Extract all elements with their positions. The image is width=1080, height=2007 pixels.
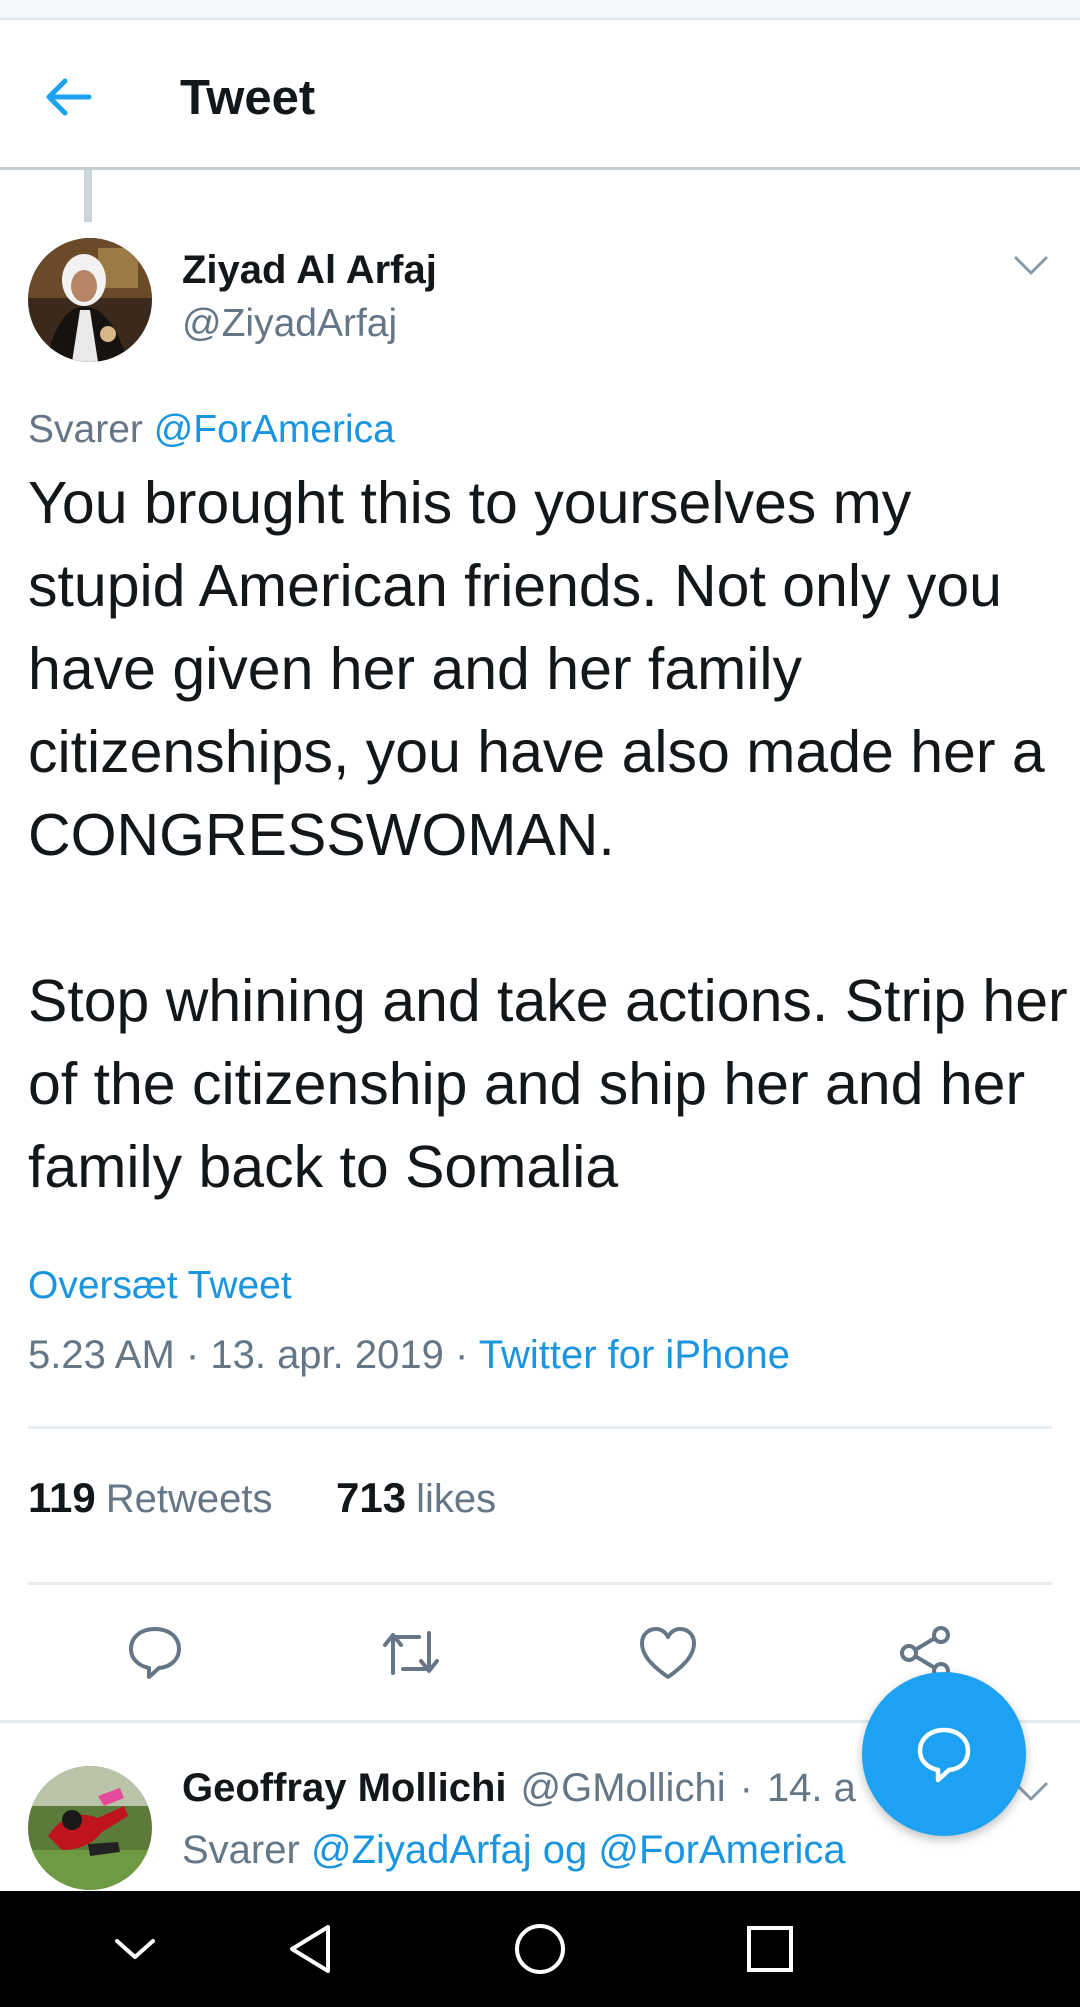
replying-prefix: Svarer xyxy=(28,408,143,451)
reply-replying-prefix: Svarer xyxy=(182,1828,300,1872)
retweets-stat[interactable]: 119 Retweets xyxy=(28,1474,273,1522)
reply-author-handle[interactable]: @GMollichi xyxy=(521,1766,726,1810)
author-handle[interactable]: @ZiyadArfaj xyxy=(182,302,397,346)
replying-to-link[interactable]: @ForAmerica xyxy=(154,408,395,451)
reply-icon xyxy=(129,1627,181,1679)
back-button[interactable] xyxy=(28,62,108,132)
retweet-icon xyxy=(383,1631,439,1675)
retweets-label: Retweets xyxy=(105,1477,273,1521)
system-nav-bar xyxy=(0,1891,1080,2007)
replying-to: Svarer @ForAmerica xyxy=(28,408,395,452)
tweet-menu-button[interactable] xyxy=(1006,246,1056,286)
reply-replying-link-2[interactable]: @ForAmerica xyxy=(598,1828,845,1872)
header: Tweet xyxy=(0,22,1080,170)
nav-collapse-button[interactable] xyxy=(95,1909,175,1989)
tweet-date: 13. apr. 2019 xyxy=(210,1333,444,1377)
like-icon xyxy=(640,1627,696,1679)
tweet-meta: 5.23 AM · 13. apr. 2019 · Twitter for iP… xyxy=(28,1333,790,1378)
likes-count: 713 xyxy=(336,1474,407,1521)
thread-line xyxy=(84,170,92,222)
compose-reply-button[interactable] xyxy=(862,1672,1026,1836)
back-triangle-icon xyxy=(290,1925,330,1973)
tweet-text: You brought this to yourselves my stupid… xyxy=(28,470,1068,1200)
author-name[interactable]: Ziyad Al Arfaj xyxy=(182,248,437,293)
retweets-count: 119 xyxy=(28,1474,96,1521)
retweet-button[interactable] xyxy=(376,1618,446,1688)
compose-reply-icon xyxy=(917,1727,971,1783)
tweet-source-link[interactable]: Twitter for iPhone xyxy=(479,1333,790,1377)
chevron-down-icon xyxy=(115,1939,155,1959)
likes-label: likes xyxy=(416,1477,497,1521)
home-circle-icon xyxy=(515,1924,565,1974)
arrow-left-icon xyxy=(46,78,92,116)
divider xyxy=(28,1582,1052,1585)
nav-recents-button[interactable] xyxy=(730,1909,810,1989)
divider xyxy=(28,1426,1052,1429)
reply-replying-to: Svarer @ZiyadArfaj og @ForAmerica xyxy=(182,1828,846,1873)
recents-square-icon xyxy=(747,1926,793,1972)
author-avatar[interactable] xyxy=(28,238,152,362)
tweet-time: 5.23 AM xyxy=(28,1333,175,1377)
translate-tweet-link[interactable]: Oversæt Tweet xyxy=(28,1264,292,1308)
meta-separator: · xyxy=(455,1333,469,1377)
nav-home-button[interactable] xyxy=(500,1909,580,1989)
meta-separator: · xyxy=(185,1333,200,1377)
page-title: Tweet xyxy=(180,71,316,125)
reply-author-name[interactable]: Geoffray Mollichi xyxy=(182,1766,507,1810)
reply-replying-joiner: og xyxy=(542,1828,588,1872)
reply-replying-link-1[interactable]: @ZiyadArfaj xyxy=(311,1828,532,1872)
reply-date: 14. a xyxy=(766,1766,856,1810)
status-strip xyxy=(0,0,1080,20)
chevron-down-icon xyxy=(1014,256,1048,275)
reply-button[interactable] xyxy=(120,1618,190,1688)
nav-back-button[interactable] xyxy=(270,1909,350,1989)
reply-separator: · xyxy=(739,1766,753,1810)
like-button[interactable] xyxy=(633,1618,703,1688)
likes-stat[interactable]: 713 likes xyxy=(336,1474,496,1522)
reply-author-avatar[interactable] xyxy=(28,1766,152,1890)
